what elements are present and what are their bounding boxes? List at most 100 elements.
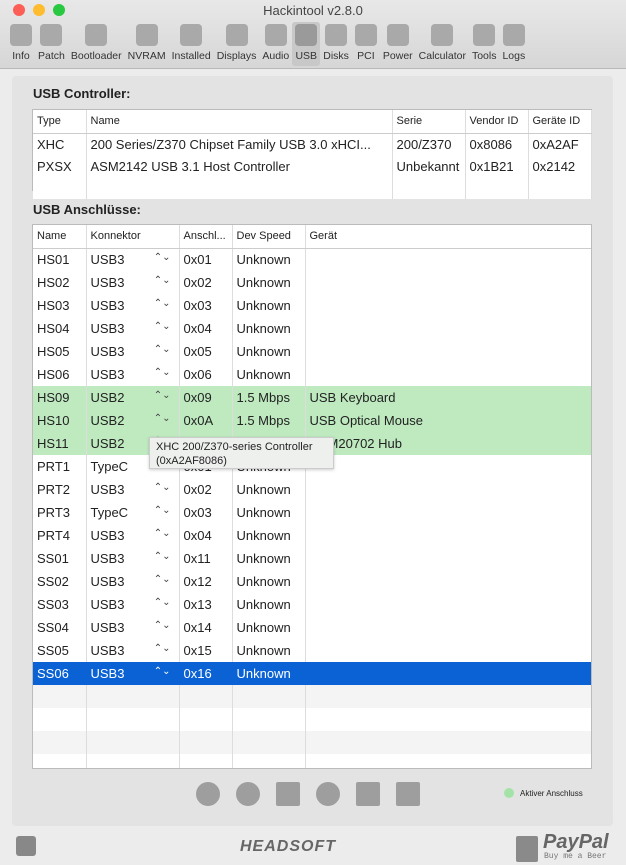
connector-select[interactable]: USB3 ⌃⌄ [86, 271, 180, 294]
remove-icon[interactable] [236, 782, 260, 806]
connector-select[interactable]: USB3 ⌃⌄ [86, 340, 180, 363]
port-row[interactable]: SS04 USB3 ⌃⌄ 0x14 Unknown [33, 616, 591, 639]
column-header[interactable]: Gerät [305, 225, 591, 249]
window-title: Hackintool v2.8.0 [263, 3, 363, 18]
toolbar-pci[interactable]: PCI [352, 22, 380, 66]
cell: HS02 [33, 271, 87, 294]
column-header[interactable]: Anschl... [179, 225, 233, 249]
cell [305, 478, 591, 501]
toolbar-patch[interactable]: Patch [35, 22, 68, 66]
port-row[interactable]: HS03 USB3 ⌃⌄ 0x03 Unknown [33, 294, 591, 317]
toolbar-label: Bootloader [70, 50, 122, 62]
connector-value: TypeC [90, 505, 129, 520]
connector-select[interactable]: USB3 ⌃⌄ [86, 662, 180, 685]
toolbar-power[interactable]: Power [380, 22, 416, 66]
legend: Aktiver Anschluss [504, 788, 583, 798]
import-icon[interactable] [356, 782, 380, 806]
toolbar-label: USB [295, 50, 318, 62]
toolbar-nvram[interactable]: NVRAM [125, 22, 169, 66]
column-header[interactable]: Vendor ID [465, 110, 529, 134]
connector-select[interactable]: USB3 ⌃⌄ [86, 294, 180, 317]
connector-select[interactable]: USB3 ⌃⌄ [86, 478, 180, 501]
connector-select[interactable]: USB2 ⌃⌄ [86, 386, 180, 409]
toolbar-info[interactable]: Info [7, 22, 35, 66]
cell: SS05 [33, 639, 87, 662]
toolbar-calculator[interactable]: Calculator [416, 22, 469, 66]
cell: SS02 [33, 570, 87, 593]
column-header[interactable]: Dev Speed [232, 225, 306, 249]
port-row[interactable]: SS02 USB3 ⌃⌄ 0x12 Unknown [33, 570, 591, 593]
connector-select[interactable]: USB3 ⌃⌄ [86, 547, 180, 570]
connector-value: USB3 [90, 367, 125, 382]
connector-value: USB3 [90, 620, 125, 635]
tooltip-line2: (0xA2AF8086) [156, 455, 227, 467]
column-header[interactable]: Type [33, 110, 87, 134]
connector-select[interactable]: USB2 ⌃⌄ [86, 409, 180, 432]
export-icon[interactable] [396, 782, 420, 806]
port-row[interactable]: HS06 USB3 ⌃⌄ 0x06 Unknown [33, 363, 591, 386]
column-header[interactable]: Konnektor [86, 225, 180, 249]
cell: PRT3 [33, 501, 87, 524]
title-bar: Hackintool v2.8.0 Info Patch Bootloader NVR… [0, 0, 626, 69]
connector-value: USB2 [90, 390, 125, 405]
clear-list-icon[interactable] [276, 782, 300, 806]
port-row[interactable]: PRT4 USB3 ⌃⌄ 0x04 Unknown [33, 524, 591, 547]
toolbar-usb[interactable]: USB [292, 22, 321, 66]
toolbar-bootloader[interactable]: Bootloader [68, 22, 125, 66]
connector-select[interactable]: USB3 ⌃⌄ [86, 593, 180, 616]
cell [305, 524, 591, 547]
lock-icon[interactable] [16, 836, 36, 856]
toolbar-label: Audio [262, 50, 290, 62]
toolbar-logs[interactable]: Logs [499, 22, 528, 66]
column-header[interactable]: Serie [392, 110, 466, 134]
port-row[interactable]: HS01 USB3 ⌃⌄ 0x01 Unknown [33, 248, 591, 271]
cell: SS03 [33, 593, 87, 616]
info-icon[interactable] [196, 782, 220, 806]
connector-value: TypeC [90, 459, 129, 474]
paypal-button[interactable]: PayPal [543, 831, 609, 854]
port-row[interactable]: SS06 USB3 ⌃⌄ 0x16 Unknown [33, 662, 591, 685]
connector-select[interactable]: USB3 ⌃⌄ [86, 363, 180, 386]
column-header[interactable]: Geräte ID [528, 110, 592, 134]
connector-select[interactable]: USB3 ⌃⌄ [86, 317, 180, 340]
port-row[interactable]: SS01 USB3 ⌃⌄ 0x11 Unknown [33, 547, 591, 570]
toolbar-disks[interactable]: Disks [320, 22, 352, 66]
connector-select[interactable]: USB3 ⌃⌄ [86, 570, 180, 593]
port-row[interactable]: HS05 USB3 ⌃⌄ 0x05 Unknown [33, 340, 591, 363]
port-row[interactable]: HS04 USB3 ⌃⌄ 0x04 Unknown [33, 317, 591, 340]
connector-value: USB3 [90, 252, 125, 268]
action-buttons [196, 782, 420, 806]
cell: 0x14 [179, 616, 233, 639]
toolbar-displays[interactable]: Displays [214, 22, 260, 66]
connector-select[interactable]: USB3 ⌃⌄ [86, 639, 180, 662]
connector-select[interactable]: USB3 ⌃⌄ [86, 524, 180, 547]
connector-value: USB3 [90, 597, 125, 612]
refresh-icon[interactable] [316, 782, 340, 806]
cell [305, 317, 591, 340]
port-row[interactable]: PRT3 TypeC ⌃⌄ 0x03 Unknown [33, 501, 591, 524]
port-row[interactable]: HS10 USB2 ⌃⌄ 0x0A 1.5 Mbps USB Optical Mouse [33, 409, 591, 432]
connector-select[interactable]: USB3 ⌃⌄ [86, 616, 180, 639]
connector-value: USB3 [90, 574, 125, 589]
controller-row[interactable]: XHC 200 Series/Z370 Chipset Family USB 3.… [33, 133, 592, 155]
port-row[interactable]: HS02 USB3 ⌃⌄ 0x02 Unknown [33, 271, 591, 294]
cell: BCM20702 Hub [305, 432, 591, 455]
column-header[interactable]: Name [86, 110, 393, 134]
port-row[interactable]: PRT2 USB3 ⌃⌄ 0x02 Unknown [33, 478, 591, 501]
connector-select[interactable]: TypeC ⌃⌄ [86, 501, 180, 524]
beer-mug-icon[interactable] [516, 836, 538, 862]
port-row[interactable]: HS09 USB2 ⌃⌄ 0x09 1.5 Mbps USB Keyboard [33, 386, 591, 409]
controller-row[interactable]: PXSX ASM2142 USB 3.1 Host Controller Unbek… [33, 155, 592, 177]
cell: HS05 [33, 340, 87, 363]
toolbar-installed[interactable]: Installed [169, 22, 214, 66]
toolbar-audio[interactable]: Audio [259, 22, 292, 66]
port-row[interactable]: SS03 USB3 ⌃⌄ 0x13 Unknown [33, 593, 591, 616]
column-header[interactable]: Name [33, 225, 87, 249]
connector-select[interactable]: USB3 ⌃⌄ [86, 248, 180, 271]
stepper-chevron-icon: ⌃⌄ [153, 275, 171, 286]
toolbar-tools[interactable]: Tools [469, 22, 500, 66]
toolbar-label: Tools [471, 50, 497, 62]
cell: Unknown [232, 524, 306, 547]
port-row[interactable]: SS05 USB3 ⌃⌄ 0x15 Unknown [33, 639, 591, 662]
cell: PRT2 [33, 478, 87, 501]
